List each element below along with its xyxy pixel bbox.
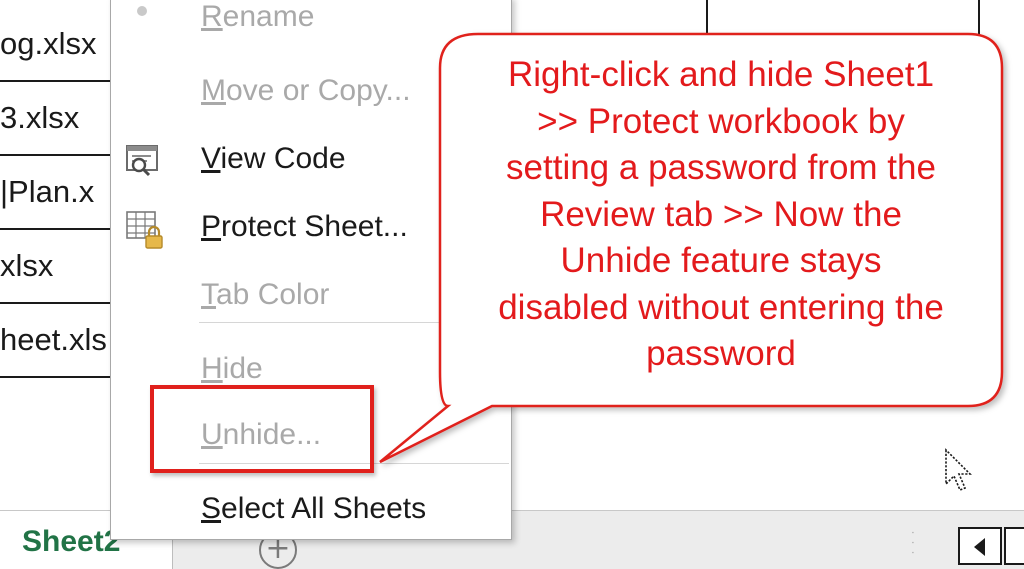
callout-line: Unhide feature stays bbox=[560, 241, 882, 280]
callout-line: disabled without entering the bbox=[498, 287, 944, 327]
callout-line: Right-click and hide Sheet1 bbox=[507, 55, 935, 94]
callout-text: Right-click and hide Sheet1 >> Protect w… bbox=[448, 52, 994, 382]
mouse-cursor-icon bbox=[945, 448, 972, 492]
callout-line: setting a password from the bbox=[506, 148, 936, 187]
callout-line: Review tab >> Now the bbox=[540, 194, 902, 234]
callout-line: >> Protect workbook by bbox=[537, 101, 905, 141]
callout-line: password bbox=[646, 334, 796, 373]
